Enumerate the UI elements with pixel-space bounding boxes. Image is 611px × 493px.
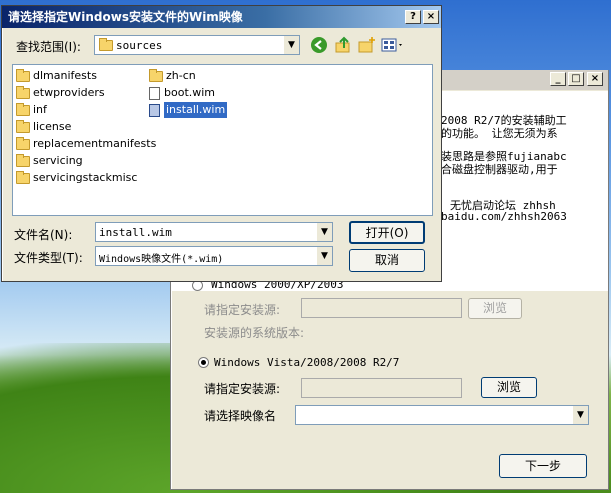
list-item[interactable]: license	[16, 119, 71, 135]
chevron-down-icon[interactable]: ▼	[572, 406, 588, 424]
view-menu-icon[interactable]	[381, 36, 405, 54]
list-item[interactable]: inf	[16, 102, 47, 118]
list-item[interactable]: zh-cn	[149, 68, 196, 84]
source-input-vista[interactable]	[301, 378, 462, 398]
radio-windows-vista-label: Windows Vista/2008/2008 R2/7	[214, 356, 400, 369]
minimize-button[interactable]: _	[550, 72, 566, 86]
next-button[interactable]: 下一步	[499, 454, 587, 478]
list-item[interactable]: etwproviders	[16, 85, 105, 101]
lookin-combo[interactable]: sources ▼	[94, 35, 300, 55]
open-file-dialog: 请选择指定Windows安装文件的Wim映像 ? × 查找范围(I): sour…	[1, 5, 442, 282]
intro-line: 的功能。 让您无须为系	[441, 127, 558, 140]
open-button[interactable]: 打开(O)	[349, 221, 425, 244]
lookin-value: sources	[116, 39, 163, 52]
source-input-xp[interactable]	[301, 298, 462, 318]
folder-icon	[16, 119, 30, 133]
list-item[interactable]: servicingstackmisc	[16, 170, 137, 186]
list-item[interactable]: replacementmanifests	[16, 136, 156, 152]
dialog-close-button[interactable]: ×	[423, 10, 439, 24]
file-list[interactable]: dlmanifests etwproviders inf license rep…	[12, 64, 433, 216]
folder-icon	[16, 153, 30, 167]
up-folder-icon[interactable]	[334, 36, 352, 54]
list-item-selected[interactable]: install.wim	[149, 102, 228, 118]
folder-icon	[99, 38, 113, 51]
list-item[interactable]: boot.wim	[149, 85, 215, 101]
maximize-button[interactable]: □	[568, 72, 584, 86]
filename-value: install.wim	[99, 226, 172, 239]
folder-icon	[16, 102, 30, 116]
chevron-down-icon[interactable]: ▼	[316, 223, 332, 241]
folder-icon	[149, 68, 163, 82]
browse-button-xp[interactable]: 浏览	[468, 298, 522, 319]
folder-icon	[16, 68, 30, 82]
back-icon[interactable]	[310, 36, 328, 54]
filename-input[interactable]: install.wim ▼	[95, 222, 333, 242]
source-label-xp: 请指定安装源:	[204, 303, 281, 317]
close-button[interactable]: ×	[587, 72, 603, 86]
filetype-value: Windows映像文件(*.wim)	[99, 254, 224, 265]
file-icon	[149, 86, 160, 100]
radio-windows-vista[interactable]	[198, 357, 209, 368]
dialog-title: 请选择指定Windows安装文件的Wim映像 ? ×	[2, 6, 441, 28]
dialog-title-text: 请选择指定Windows安装文件的Wim映像	[8, 10, 243, 24]
chevron-down-icon[interactable]: ▼	[316, 247, 332, 265]
folder-icon	[16, 170, 30, 184]
wim-file-icon	[149, 103, 160, 117]
cancel-button[interactable]: 取消	[349, 249, 425, 272]
filetype-label: 文件类型(T):	[14, 251, 83, 265]
filetype-select[interactable]: Windows映像文件(*.wim) ▼	[95, 246, 333, 266]
list-item[interactable]: servicing	[16, 153, 83, 169]
folder-icon	[16, 85, 30, 99]
image-label: 请选择映像名	[204, 409, 277, 423]
browse-button-vista[interactable]: 浏览	[481, 377, 537, 398]
help-button[interactable]: ?	[405, 10, 421, 24]
folder-icon	[16, 136, 30, 150]
version-label: 安装源的系统版本:	[204, 326, 305, 340]
chevron-down-icon[interactable]: ▼	[283, 36, 299, 54]
list-item[interactable]: dlmanifests	[16, 68, 97, 84]
image-select[interactable]: ▼	[295, 405, 589, 425]
filename-label: 文件名(N):	[14, 228, 73, 242]
lookin-label: 查找范围(I):	[16, 40, 81, 54]
source-label-vista: 请指定安装源:	[204, 382, 281, 396]
new-folder-icon[interactable]	[358, 36, 376, 54]
intro-line: baidu.com/zhhsh2063	[441, 210, 567, 223]
intro-line: 合磁盘控制器驱动,用于	[441, 163, 558, 176]
